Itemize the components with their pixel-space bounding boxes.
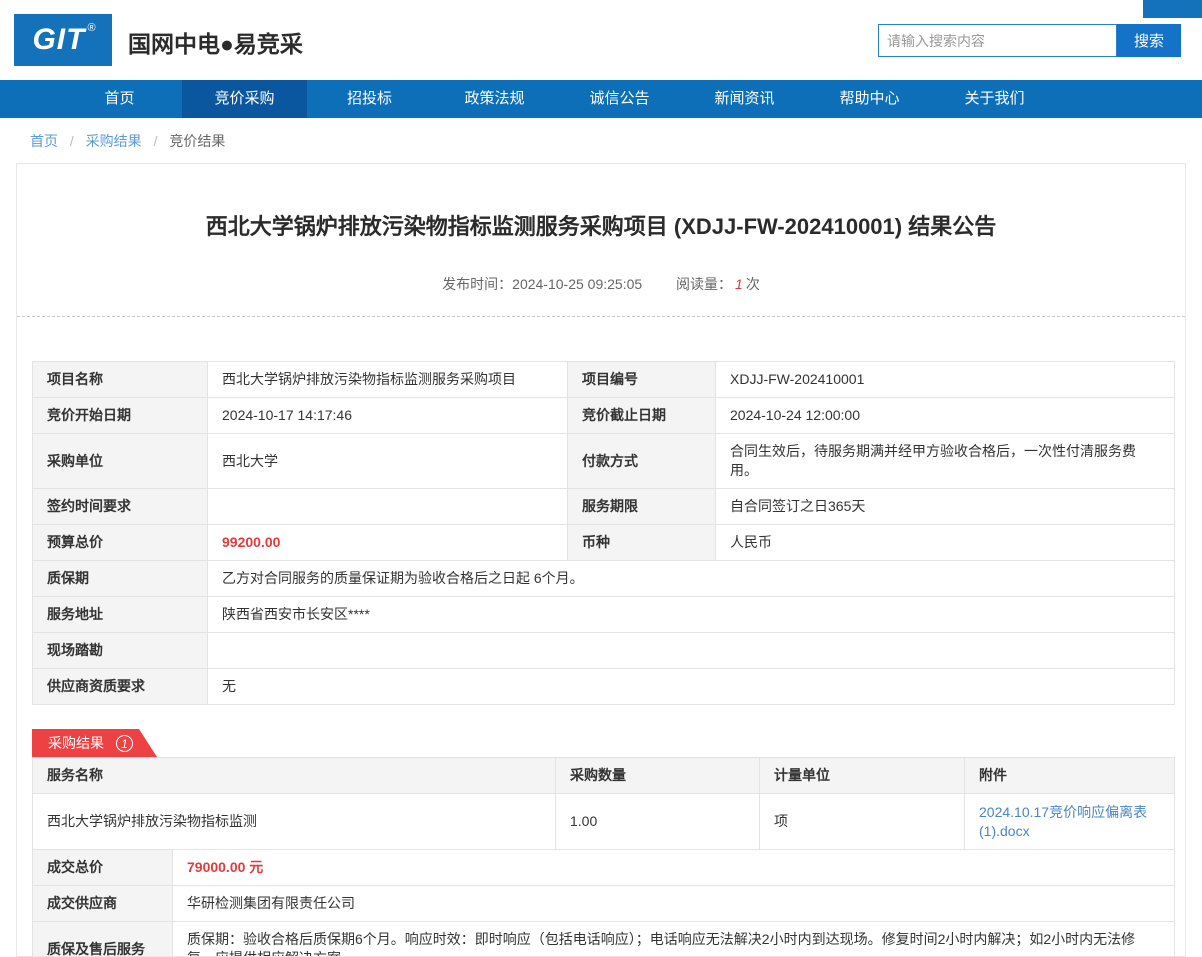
breadcrumb-home-link[interactable]: 首页 xyxy=(30,133,58,149)
service-name-value: 西北大学锅炉排放污染物指标监测 xyxy=(33,794,556,850)
deal-price-value: 79000.00 元 xyxy=(173,850,1175,886)
warranty-label: 质保期 xyxy=(33,561,208,597)
publish-time-label: 发布时间： xyxy=(442,276,512,292)
table-row: 成交供应商 华研检测集团有限责任公司 xyxy=(33,886,1175,922)
qualification-label: 供应商资质要求 xyxy=(33,669,208,705)
nav-item-help-center[interactable]: 帮助中心 xyxy=(807,80,932,118)
content-card: 西北大学锅炉排放污染物指标监测服务采购项目 (XDJJ-FW-202410001… xyxy=(16,163,1186,957)
table-row: 成交总价 79000.00 元 xyxy=(33,850,1175,886)
quantity-value: 1.00 xyxy=(556,794,760,850)
bid-end-value: 2024-10-24 12:00:00 xyxy=(716,398,1175,434)
search-input[interactable] xyxy=(878,24,1117,57)
currency-label: 币种 xyxy=(568,525,716,561)
deal-summary-table: 成交总价 79000.00 元 成交供应商 华研检测集团有限责任公司 质保及售后… xyxy=(32,849,1175,957)
table-row: 现场踏勘 xyxy=(33,633,1175,669)
header-unit: 计量单位 xyxy=(760,758,965,794)
payment-method-value: 合同生效后，待服务期满并经甲方验收合格后，一次性付清服务费用。 xyxy=(716,434,1175,489)
project-code-label: 项目编号 xyxy=(568,362,716,398)
nav-item-tendering[interactable]: 招投标 xyxy=(307,80,432,118)
nav-item-integrity-notices[interactable]: 诚信公告 xyxy=(557,80,682,118)
breadcrumb-separator: / xyxy=(70,133,74,149)
search-area: 搜索 xyxy=(878,24,1181,57)
project-name-value: 西北大学锅炉排放污染物指标监测服务采购项目 xyxy=(208,362,568,398)
bid-start-label: 竞价开始日期 xyxy=(33,398,208,434)
after-sales-label: 质保及售后服务 xyxy=(33,922,173,957)
sign-time-value xyxy=(208,489,568,525)
supplier-label: 成交供应商 xyxy=(33,886,173,922)
currency-value: 人民币 xyxy=(716,525,1175,561)
table-row: 服务地址 陕西省西安市长安区**** xyxy=(33,597,1175,633)
service-period-value: 自合同签订之日365天 xyxy=(716,489,1175,525)
dashed-divider xyxy=(17,316,1185,317)
unit-value: 项 xyxy=(760,794,965,850)
views-count: 1 xyxy=(735,276,743,292)
deal-price-label: 成交总价 xyxy=(33,850,173,886)
table-row: 签约时间要求 服务期限 自合同签订之日365天 xyxy=(33,489,1175,525)
site-visit-value xyxy=(208,633,1175,669)
nav-item-about-us[interactable]: 关于我们 xyxy=(932,80,1057,118)
purchaser-value: 西北大学 xyxy=(208,434,568,489)
breadcrumb: 首页 / 采购结果 / 竞价结果 xyxy=(0,118,1202,163)
project-name-label: 项目名称 xyxy=(33,362,208,398)
publish-time-group: 发布时间：2024-10-25 09:25:05 xyxy=(442,276,646,292)
payment-method-label: 付款方式 xyxy=(568,434,716,489)
badge-label: 采购结果 xyxy=(48,733,104,753)
project-code-value: XDJJ-FW-202410001 xyxy=(716,362,1175,398)
top-header: GIT® 国网中电●易竞采 搜索 xyxy=(0,0,1202,80)
registered-trademark-icon: ® xyxy=(87,22,95,34)
header-attachment: 附件 xyxy=(965,758,1175,794)
corner-decoration xyxy=(1143,0,1202,18)
table-row: 采购单位 西北大学 付款方式 合同生效后，待服务期满并经甲方验收合格后，一次性付… xyxy=(33,434,1175,489)
table-header-row: 服务名称 采购数量 计量单位 附件 xyxy=(33,758,1175,794)
article-meta: 发布时间：2024-10-25 09:25:05 阅读量：1次 xyxy=(17,274,1185,294)
qualification-value: 无 xyxy=(208,669,1175,705)
supplier-value: 华研检测集团有限责任公司 xyxy=(173,886,1175,922)
publish-time-value: 2024-10-25 09:25:05 xyxy=(512,276,642,292)
site-name: 国网中电●易竞采 xyxy=(128,25,303,59)
after-sales-value: 质保期：验收合格后质保期6个月。响应时效：即时响应（包括电话响应）；电话响应无法… xyxy=(173,922,1175,957)
views-group: 阅读量：1次 xyxy=(676,276,760,292)
views-unit: 次 xyxy=(746,276,760,292)
site-visit-label: 现场踏勘 xyxy=(33,633,208,669)
site-logo[interactable]: GIT® xyxy=(14,14,112,66)
breadcrumb-procurement-results-link[interactable]: 采购结果 xyxy=(86,133,142,149)
table-row: 质保期 乙方对合同服务的质量保证期为验收合格后之日起 6个月。 xyxy=(33,561,1175,597)
table-row: 竞价开始日期 2024-10-17 14:17:46 竞价截止日期 2024-1… xyxy=(33,398,1175,434)
bid-end-label: 竞价截止日期 xyxy=(568,398,716,434)
service-period-label: 服务期限 xyxy=(568,489,716,525)
table-row: 供应商资质要求 无 xyxy=(33,669,1175,705)
table-row: 西北大学锅炉排放污染物指标监测 1.00 项 2024.10.17竞价响应偏离表… xyxy=(33,794,1175,850)
badge-count-circle: 1 xyxy=(116,735,133,752)
nav-item-news[interactable]: 新闻资讯 xyxy=(682,80,807,118)
logo-text: GIT xyxy=(32,23,85,57)
sign-time-label: 签约时间要求 xyxy=(33,489,208,525)
search-button[interactable]: 搜索 xyxy=(1117,24,1181,57)
table-row: 质保及售后服务 质保期：验收合格后质保期6个月。响应时效：即时响应（包括电话响应… xyxy=(33,922,1175,957)
header-service-name: 服务名称 xyxy=(33,758,556,794)
purchaser-label: 采购单位 xyxy=(33,434,208,489)
attachment-link[interactable]: 2024.10.17竞价响应偏离表(1).docx xyxy=(979,804,1147,839)
table-row: 预算总价 99200.00 币种 人民币 xyxy=(33,525,1175,561)
page-title: 西北大学锅炉排放污染物指标监测服务采购项目 (XDJJ-FW-202410001… xyxy=(17,209,1185,241)
table-row: 项目名称 西北大学锅炉排放污染物指标监测服务采购项目 项目编号 XDJJ-FW-… xyxy=(33,362,1175,398)
nav-item-bidding-procurement[interactable]: 竞价采购 xyxy=(182,80,307,118)
nav-item-policies[interactable]: 政策法规 xyxy=(432,80,557,118)
breadcrumb-separator: / xyxy=(154,133,158,149)
warranty-value: 乙方对合同服务的质量保证期为验收合格后之日起 6个月。 xyxy=(208,561,1175,597)
budget-label: 预算总价 xyxy=(33,525,208,561)
service-address-label: 服务地址 xyxy=(33,597,208,633)
header-quantity: 采购数量 xyxy=(556,758,760,794)
views-label: 阅读量： xyxy=(676,276,732,292)
result-table: 服务名称 采购数量 计量单位 附件 西北大学锅炉排放污染物指标监测 1.00 项… xyxy=(32,757,1175,850)
project-info-table: 项目名称 西北大学锅炉排放污染物指标监测服务采购项目 项目编号 XDJJ-FW-… xyxy=(32,361,1175,705)
nav-item-home[interactable]: 首页 xyxy=(57,80,182,118)
budget-value: 99200.00 xyxy=(208,525,568,561)
procurement-result-badge: 采购结果 1 xyxy=(32,729,157,757)
breadcrumb-current-page: 竞价结果 xyxy=(169,133,225,149)
main-nav: 首页 竞价采购 招投标 政策法规 诚信公告 新闻资讯 帮助中心 关于我们 xyxy=(0,80,1202,118)
bid-start-value: 2024-10-17 14:17:46 xyxy=(208,398,568,434)
service-address-value: 陕西省西安市长安区**** xyxy=(208,597,1175,633)
